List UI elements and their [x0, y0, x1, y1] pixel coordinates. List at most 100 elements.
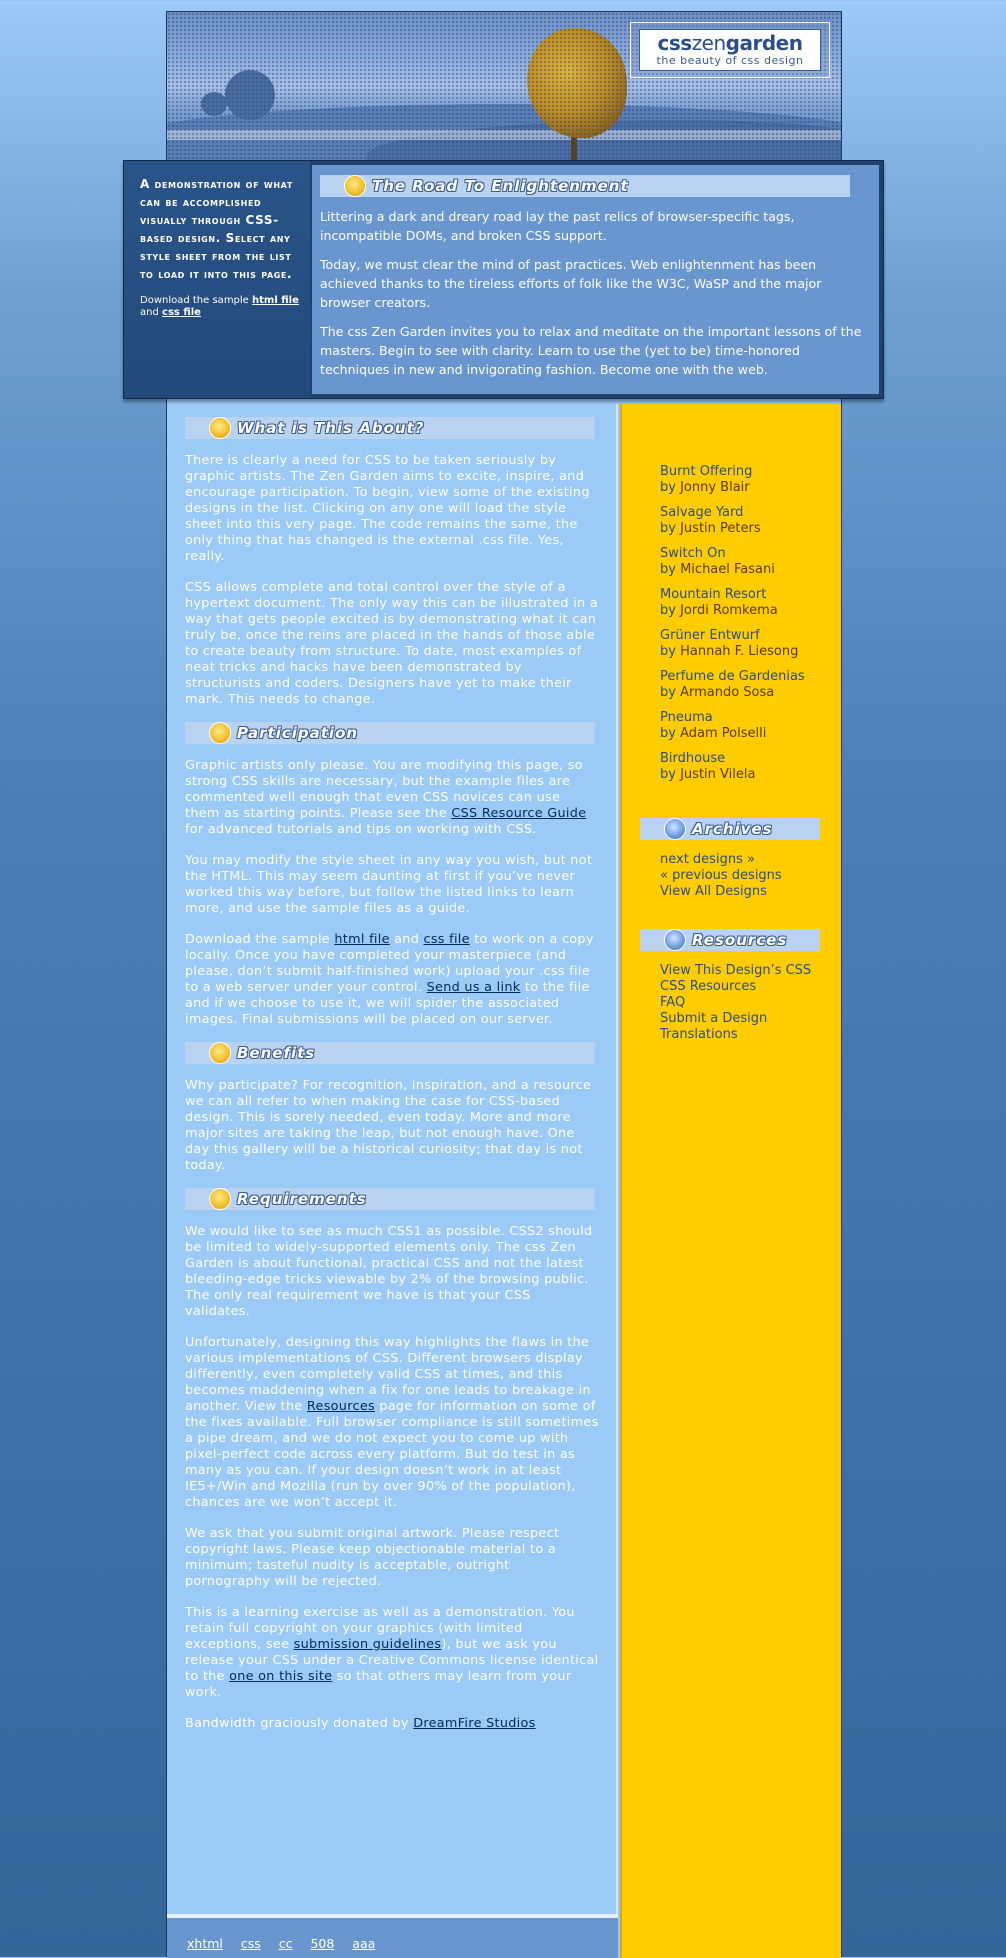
- design-item: Burnt Offering by Jonny Blair: [660, 464, 830, 496]
- section-about: What is This About? There is clearly a n…: [185, 417, 599, 708]
- author-link[interactable]: Jordi Romkema: [680, 603, 778, 618]
- intro-html-file-link[interactable]: html file: [252, 295, 299, 306]
- intro-panel: A demonstration of what can be accomplis…: [123, 160, 884, 399]
- download-label: Download the sample: [140, 295, 249, 306]
- by-label: by: [660, 521, 676, 536]
- sidebar: Burnt Offering by Jonny Blair Salvage Yar…: [620, 404, 841, 1958]
- design-link[interactable]: Grüner Entwurf: [660, 628, 830, 644]
- section-benefits: Benefits Why participate? For recognitio…: [185, 1042, 599, 1174]
- css-resources-link[interactable]: CSS Resources: [660, 979, 756, 994]
- preamble-title: The Road To Enlightenment: [372, 177, 629, 195]
- main-content: What is This About? There is clearly a n…: [185, 417, 599, 1746]
- design-item: Pneuma by Adam Polselli: [660, 710, 830, 742]
- resources-block: Resources View This Design’s CSS CSS Res…: [640, 929, 836, 1043]
- design-list: Burnt Offering by Jonny Blair Salvage Yar…: [660, 464, 830, 792]
- submission-guidelines-link[interactable]: submission guidelines: [294, 1637, 442, 1652]
- design-link[interactable]: Burnt Offering: [660, 464, 830, 480]
- view-all-designs-link[interactable]: View All Designs: [660, 884, 767, 899]
- css-resource-guide-link[interactable]: CSS Resource Guide: [451, 806, 586, 821]
- download-line: Download the sample html file and css fi…: [140, 295, 302, 319]
- footer-link-cc[interactable]: cc: [279, 1936, 293, 1951]
- footer-link-aaa[interactable]: aaa: [352, 1936, 375, 1951]
- section-heading: Participation: [185, 722, 595, 744]
- design-item: Salvage Yard by Justin Peters: [660, 505, 830, 537]
- design-item: Perfume de Gardenias by Armando Sosa: [660, 669, 830, 701]
- logo-tagline: the beauty of css design: [656, 54, 804, 67]
- list-item: View All Designs: [660, 884, 836, 900]
- archives-list: next designs » « previous designs View A…: [660, 852, 836, 900]
- section-heading: Requirements: [185, 1188, 595, 1210]
- view-css-link[interactable]: View This Design’s CSS: [660, 963, 811, 978]
- header-banner: csszengarden the beauty of css design: [167, 12, 841, 162]
- resources-list: View This Design’s CSS CSS Resources FAQ…: [660, 963, 836, 1043]
- by-label: by: [660, 603, 676, 618]
- resources-link[interactable]: Resources: [307, 1399, 375, 1414]
- section-requirements: Requirements We would like to see as muc…: [185, 1188, 599, 1732]
- resources-heading: Resources: [640, 929, 820, 951]
- design-link[interactable]: Pneuma: [660, 710, 830, 726]
- intro-summary: A demonstration of what can be accomplis…: [124, 161, 310, 398]
- intro-css-file-link[interactable]: css file: [162, 307, 201, 318]
- html-file-link[interactable]: html file: [334, 932, 389, 947]
- previous-designs-link[interactable]: « previous designs: [660, 868, 782, 883]
- author-link[interactable]: Michael Fasani: [680, 562, 775, 577]
- author-link[interactable]: Adam Polselli: [680, 726, 766, 741]
- paragraph: Unfortunately, designing this way highli…: [185, 1335, 599, 1511]
- section-title: Requirements: [237, 1190, 367, 1208]
- list-item: Translations: [660, 1027, 836, 1043]
- paragraph: Littering a dark and dreary road lay the…: [320, 209, 795, 243]
- text: and: [394, 932, 420, 947]
- paragraph: Graphic artists only please. You are mod…: [185, 758, 599, 838]
- site-logo: csszengarden the beauty of css design: [630, 22, 830, 78]
- translations-link[interactable]: Translations: [660, 1027, 738, 1042]
- by-label: by: [660, 644, 676, 659]
- text: Download the sample: [185, 932, 330, 947]
- lantern-icon: [209, 722, 231, 744]
- license-link[interactable]: one on this site: [229, 1669, 332, 1684]
- author-link[interactable]: Hannah F. Liesong: [680, 644, 798, 659]
- archives-title: Archives: [692, 820, 773, 838]
- by-label: by: [660, 767, 676, 782]
- design-link[interactable]: Birdhouse: [660, 751, 830, 767]
- footer: xhtml css cc 508 aaa: [167, 1918, 618, 1958]
- logo-plate: csszengarden the beauty of css design: [639, 29, 821, 71]
- section-title: What is This About?: [237, 419, 425, 437]
- and-label: and: [140, 307, 159, 318]
- list-item: View This Design’s CSS: [660, 963, 836, 979]
- send-link-link[interactable]: Send us a link: [427, 980, 521, 995]
- design-link[interactable]: Perfume de Gardenias: [660, 669, 830, 685]
- submit-design-link[interactable]: Submit a Design: [660, 1011, 767, 1026]
- resources-title: Resources: [692, 931, 788, 949]
- section-title: Participation: [237, 724, 359, 742]
- footer-link-xhtml[interactable]: xhtml: [187, 1936, 223, 1951]
- section-heading: What is This About?: [185, 417, 595, 439]
- summary-text: A demonstration of what can be accomplis…: [140, 177, 293, 281]
- faq-link[interactable]: FAQ: [660, 995, 685, 1010]
- text: Bandwidth graciously donated by: [185, 1716, 409, 1731]
- paragraph: We ask that you submit original artwork.…: [185, 1526, 560, 1589]
- css-file-link[interactable]: css file: [424, 932, 470, 947]
- author-link[interactable]: Jonny Blair: [680, 480, 750, 495]
- paragraph: There is clearly a need for CSS to be ta…: [185, 453, 590, 564]
- section-title: Benefits: [237, 1044, 316, 1062]
- author-link[interactable]: Armando Sosa: [680, 685, 774, 700]
- dreamfire-link[interactable]: DreamFire Studios: [413, 1716, 535, 1731]
- lantern-icon: [664, 818, 686, 840]
- footer-link-508[interactable]: 508: [310, 1936, 334, 1951]
- design-link[interactable]: Switch On: [660, 546, 830, 562]
- text: for advanced tutorials and tips on worki…: [185, 822, 537, 837]
- next-designs-link[interactable]: next designs »: [660, 852, 755, 867]
- author-link[interactable]: Justin Vilela: [680, 767, 755, 782]
- logo-css: css: [657, 31, 693, 55]
- footer-link-css[interactable]: css: [241, 1936, 261, 1951]
- paragraph: The css Zen Garden invites you to relax …: [320, 324, 862, 377]
- design-item: Switch On by Michael Fasani: [660, 546, 830, 578]
- design-link[interactable]: Salvage Yard: [660, 505, 830, 521]
- archives-block: Archives next designs » « previous desig…: [640, 818, 836, 900]
- design-item: Grüner Entwurf by Hannah F. Liesong: [660, 628, 830, 660]
- design-link[interactable]: Mountain Resort: [660, 587, 830, 603]
- by-label: by: [660, 726, 676, 741]
- preamble-heading: The Road To Enlightenment: [320, 175, 850, 197]
- author-link[interactable]: Justin Peters: [680, 521, 761, 536]
- design-item: Birdhouse by Justin Vilela: [660, 751, 830, 783]
